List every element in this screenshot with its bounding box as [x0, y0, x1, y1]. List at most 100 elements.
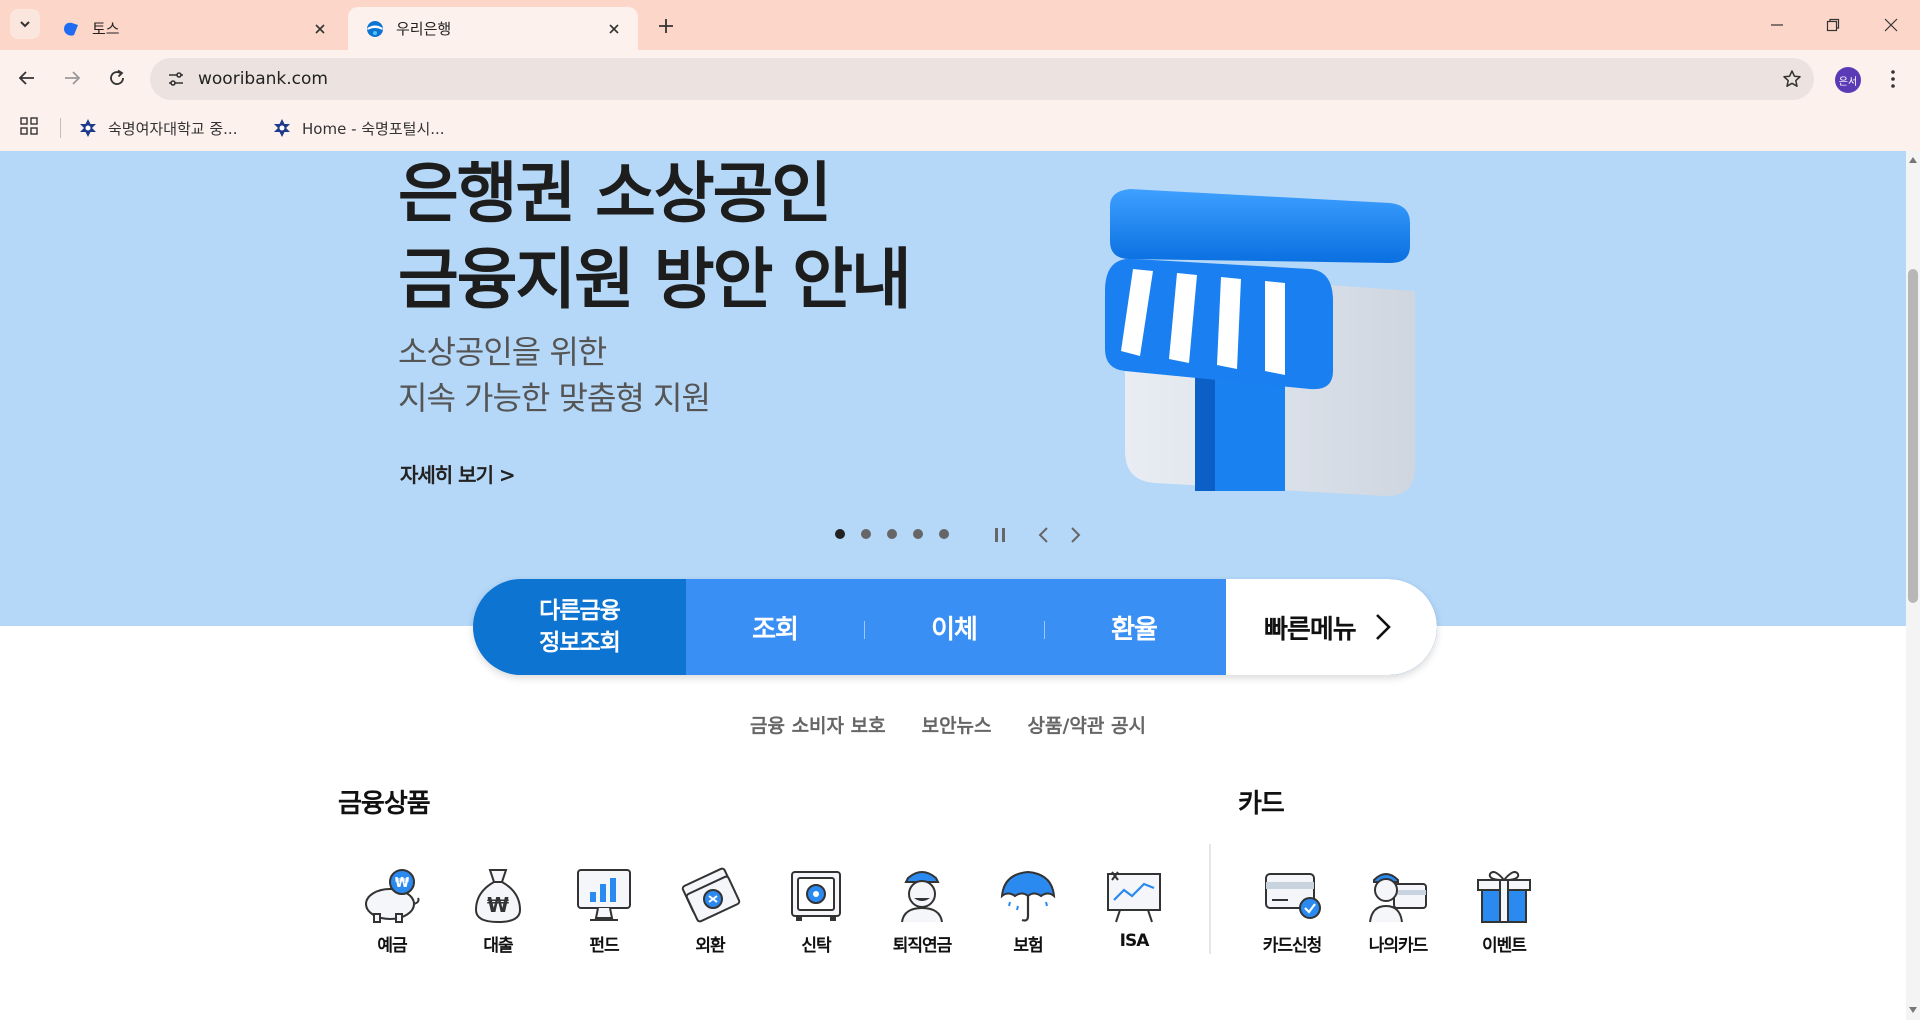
card-my[interactable]: 나의카드: [1353, 866, 1443, 956]
umbrella-icon: [1000, 870, 1056, 922]
security-news-link[interactable]: 보안뉴스: [922, 711, 992, 738]
scrollbar-thumb[interactable]: [1908, 269, 1918, 603]
safe-icon: [791, 871, 841, 921]
bookmarks-bar: 숙명여자대학교 중... Home - 숙명포털시...: [0, 112, 1920, 144]
back-arrow-icon: [18, 71, 34, 85]
address-bar[interactable]: wooribank.com: [150, 58, 1814, 100]
scroll-down-icon[interactable]: [1908, 1005, 1918, 1015]
my-card-icon: [1369, 873, 1427, 923]
transfer-button[interactable]: 이체: [879, 579, 1029, 675]
close-window-button[interactable]: [1876, 10, 1906, 40]
sookmyung-logo-icon: [80, 119, 96, 137]
store-illustration: [1105, 189, 1415, 496]
site-info-icon[interactable]: [156, 70, 196, 88]
product-label: 펀드: [589, 936, 619, 956]
sookmyung-logo-icon: [274, 119, 290, 137]
card-event[interactable]: 이벤트: [1459, 866, 1549, 956]
gift-icon: [1477, 871, 1531, 923]
card-label: 카드신청: [1262, 936, 1323, 956]
plus-icon: [659, 19, 673, 33]
slide-dot[interactable]: [913, 529, 923, 539]
chart-monitor-icon: [577, 869, 631, 921]
hero-more-link[interactable]: 자세히 보기 >: [400, 459, 516, 488]
restore-icon: [1826, 18, 1840, 32]
chevron-down-icon: [20, 21, 30, 28]
reload-button[interactable]: [102, 63, 132, 93]
consumer-protection-link[interactable]: 금융 소비자 보호: [750, 711, 886, 738]
browser-toolbar: wooribank.com 은서 숙명여자대학교 중... Home - 숙명포…: [0, 50, 1920, 157]
tab-search-button[interactable]: [10, 9, 40, 39]
bookmark-item[interactable]: Home - 숙명포털시...: [272, 118, 445, 139]
toss-logo-icon: [64, 22, 78, 36]
hero-title-line-1: 은행권 소상공인: [398, 155, 832, 232]
product-terms-link[interactable]: 상품/약관 공시: [1028, 711, 1146, 738]
other-finance-line-2: 정보조회: [539, 630, 621, 656]
inquiry-button[interactable]: 조회: [700, 579, 850, 675]
minimize-icon: [1771, 24, 1783, 26]
retiree-icon: [901, 871, 943, 923]
pause-icon[interactable]: [990, 525, 1010, 545]
other-finance-lookup-button[interactable]: 다른금융 정보조회: [473, 579, 686, 675]
hero-subtitle-line-2: 지속 가능한 맞춤형 지원: [398, 379, 711, 417]
woori-logo-icon: [367, 20, 383, 37]
product-loan[interactable]: ₩ 대출: [453, 866, 543, 956]
next-slide-icon[interactable]: [1066, 525, 1086, 545]
close-tab-icon[interactable]: [604, 19, 624, 39]
back-button[interactable]: [12, 63, 42, 93]
piggy-bank-icon: ₩: [365, 869, 420, 923]
restore-button[interactable]: [1818, 10, 1848, 40]
menu-divider: [1044, 621, 1045, 639]
hero-banner: 은행권 소상공인 금융지원 방안 안내 소상공인을 위한 지속 가능한 맞춤형 …: [0, 151, 1906, 626]
product-isa[interactable]: ISA: [1089, 866, 1179, 951]
slide-dot[interactable]: [861, 529, 871, 539]
fast-menu-label: 빠른메뉴: [1264, 614, 1357, 645]
info-links: 금융 소비자 보호 보안뉴스 상품/약관 공시: [750, 711, 1182, 738]
hero-title: 은행권 소상공인 금융지원 방안 안내: [398, 151, 912, 323]
product-insurance[interactable]: 보험: [983, 866, 1073, 956]
card-label: 이벤트: [1482, 936, 1527, 956]
slide-dot[interactable]: [835, 529, 845, 539]
money-bag-icon: ₩: [474, 869, 522, 924]
new-tab-button[interactable]: [652, 12, 680, 40]
bookmark-label: 숙명여자대학교 중...: [108, 119, 238, 138]
bookmark-item[interactable]: 숙명여자대학교 중...: [78, 118, 237, 139]
svg-text:₩: ₩: [487, 893, 509, 917]
bookmark-star-icon[interactable]: [1770, 69, 1814, 89]
profile-avatar[interactable]: 은서: [1835, 67, 1861, 93]
product-label: 예금: [377, 936, 407, 956]
product-label: 대출: [483, 936, 513, 956]
product-pension[interactable]: 퇴직연금: [877, 866, 967, 956]
page-scrollbar[interactable]: [1906, 151, 1920, 1020]
hero-title-line-2: 금융지원 방안 안내: [398, 241, 912, 318]
product-trust[interactable]: 신탁: [771, 866, 861, 956]
product-deposit[interactable]: ₩ 예금: [347, 866, 437, 956]
section-divider: [1209, 844, 1211, 954]
fast-menu-button[interactable]: 빠른메뉴: [1226, 579, 1437, 675]
svg-text:₩: ₩: [395, 876, 410, 891]
products-title: 금융상품: [338, 789, 431, 819]
tab-woori[interactable]: 우리은행: [348, 7, 638, 50]
chevron-right-icon: [1375, 614, 1391, 640]
exchange-rate-button[interactable]: 환율: [1059, 579, 1209, 675]
product-label: 퇴직연금: [892, 936, 953, 956]
more-menu-icon[interactable]: [1880, 64, 1906, 94]
bookmarks-divider: [60, 118, 61, 138]
page-content: 은행권 소상공인 금융지원 방안 안내 소상공인을 위한 지속 가능한 맞춤형 …: [0, 151, 1906, 1020]
minimize-button[interactable]: [1762, 10, 1792, 40]
slide-dot[interactable]: [939, 529, 949, 539]
product-fund[interactable]: 펀드: [559, 866, 649, 956]
reload-icon: [110, 69, 124, 85]
product-forex[interactable]: 외환: [665, 866, 755, 956]
apps-grid-icon[interactable]: [20, 117, 38, 139]
cards-title: 카드: [1238, 789, 1285, 819]
currency-exchange-icon: [681, 867, 741, 923]
url-text[interactable]: wooribank.com: [196, 69, 1770, 89]
close-icon: [1884, 18, 1898, 32]
tab-toss[interactable]: 토스: [44, 7, 344, 50]
prev-slide-icon[interactable]: [1033, 525, 1053, 545]
slide-dot[interactable]: [887, 529, 897, 539]
scroll-up-icon[interactable]: [1908, 155, 1918, 165]
forward-button[interactable]: [57, 63, 87, 93]
close-tab-icon[interactable]: [310, 19, 330, 39]
card-apply[interactable]: 카드신청: [1247, 866, 1337, 956]
